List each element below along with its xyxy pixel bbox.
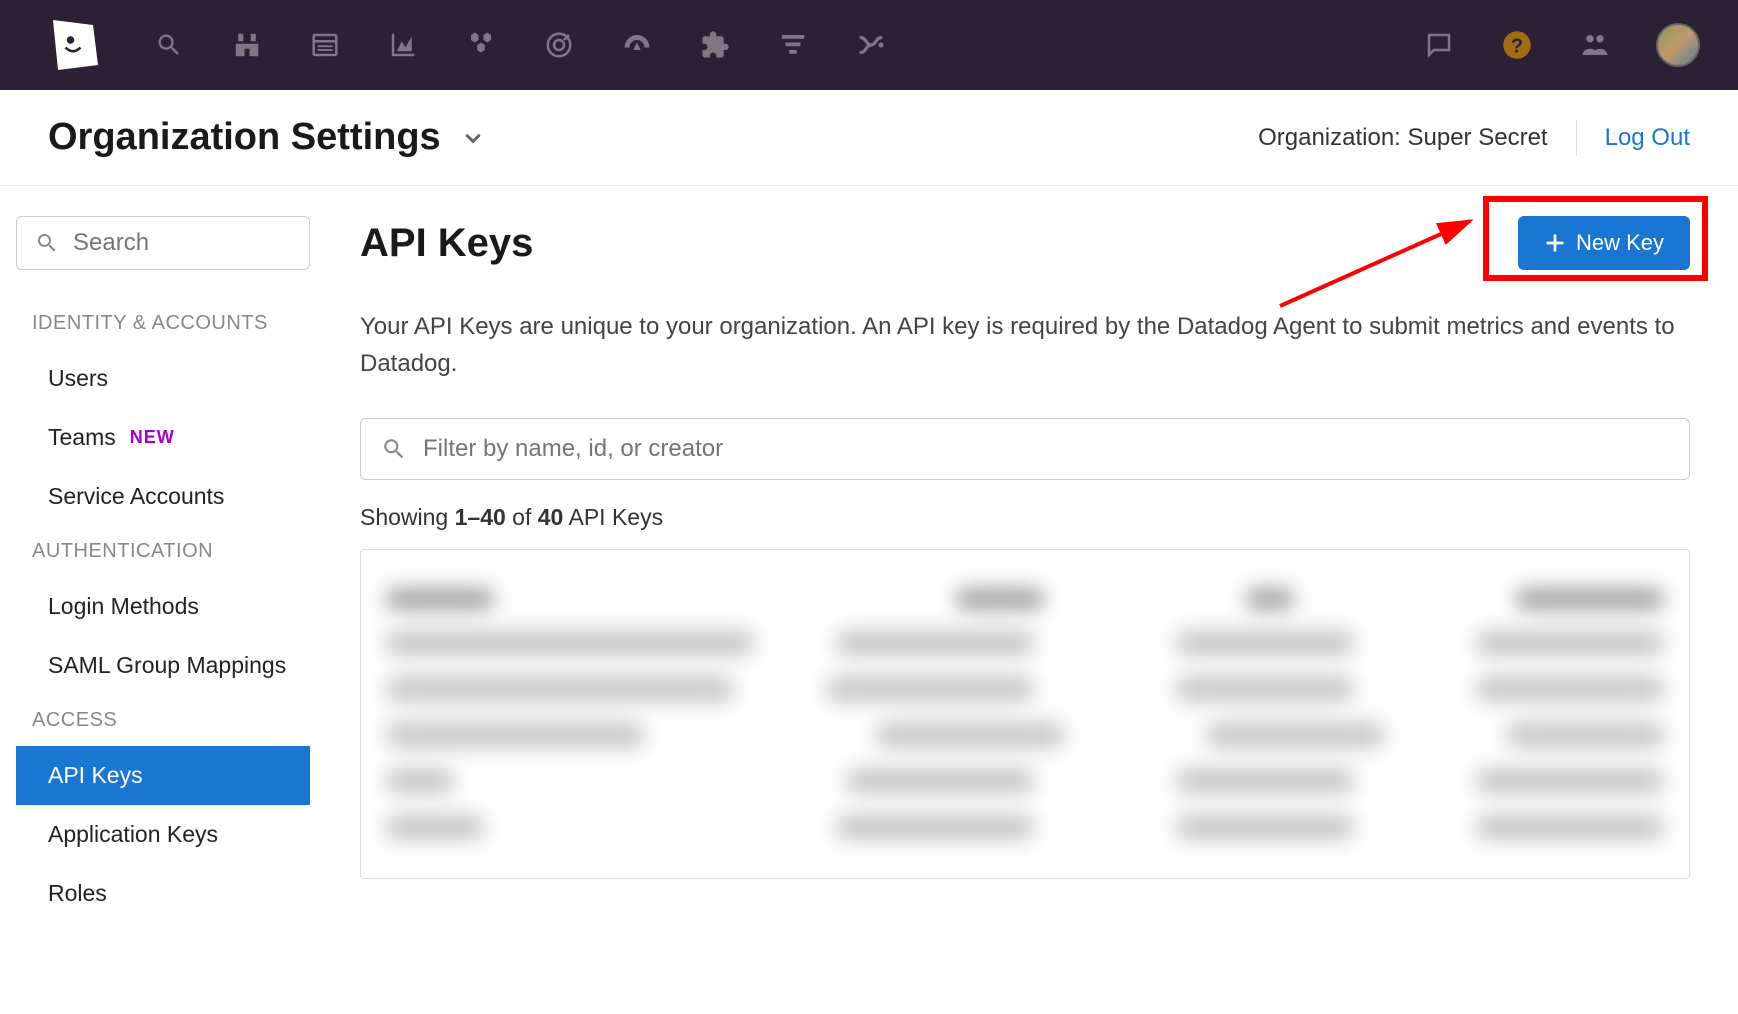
plus-icon (1544, 232, 1566, 254)
divider (1576, 120, 1577, 156)
binoculars-icon[interactable] (230, 28, 264, 62)
top-navbar: ? (0, 0, 1738, 90)
organization-label: Organization: Super Secret (1258, 124, 1548, 152)
new-key-label: New Key (1576, 230, 1664, 256)
sidebar-item-teams[interactable]: Teams NEW (16, 408, 310, 467)
table-row[interactable] (385, 768, 1665, 794)
nav-section-title: AUTHENTICATION (16, 526, 326, 577)
sidebar-item-label: Roles (48, 880, 107, 907)
sidebar-item-label: Teams (48, 424, 116, 451)
table-row[interactable] (385, 630, 1665, 656)
search-icon (381, 436, 407, 462)
search-icon[interactable] (152, 28, 186, 62)
new-key-button[interactable]: New Key (1518, 216, 1690, 270)
sidebar-item-application-keys[interactable]: Application Keys (16, 805, 310, 864)
sidebar-item-label: Login Methods (48, 593, 199, 620)
new-badge: NEW (130, 427, 175, 448)
result-count: Showing 1–40 of 40 API Keys (360, 504, 1690, 531)
help-icon[interactable]: ? (1500, 28, 1534, 62)
page-title-text: Organization Settings (48, 116, 441, 159)
sidebar-item-roles[interactable]: Roles (16, 864, 310, 923)
sidebar: IDENTITY & ACCOUNTS Users Teams NEW Service … (0, 186, 326, 923)
sidebar-item-label: Users (48, 365, 108, 392)
datadog-logo-icon[interactable] (38, 10, 108, 80)
logout-link[interactable]: Log Out (1605, 124, 1690, 152)
sidebar-item-label: Service Accounts (48, 483, 224, 510)
sidebar-item-service-accounts[interactable]: Service Accounts (16, 467, 310, 526)
section-title: API Keys (360, 221, 533, 266)
list-icon[interactable] (308, 28, 342, 62)
hexagons-icon[interactable] (464, 28, 498, 62)
user-avatar[interactable] (1656, 23, 1700, 67)
sidebar-item-login-methods[interactable]: Login Methods (16, 577, 310, 636)
main-content: API Keys New Key Your API Keys are uniqu… (326, 186, 1738, 923)
filter-input[interactable] (423, 435, 1669, 463)
annotation-arrow (1270, 186, 1490, 316)
nav-section-title: IDENTITY & ACCOUNTS (16, 298, 326, 349)
svg-text:?: ? (1511, 36, 1523, 58)
target-icon[interactable] (542, 28, 576, 62)
sidebar-item-api-keys[interactable]: API Keys (16, 746, 310, 805)
flow-icon[interactable] (854, 28, 888, 62)
search-icon (35, 231, 59, 255)
page-title[interactable]: Organization Settings (48, 116, 487, 159)
table-row[interactable] (385, 722, 1665, 748)
sidebar-item-label: Application Keys (48, 821, 218, 848)
sidebar-item-users[interactable]: Users (16, 349, 310, 408)
team-icon[interactable] (1578, 28, 1612, 62)
api-keys-table (360, 549, 1690, 879)
sidebar-item-label: SAML Group Mappings (48, 652, 286, 679)
gauge-icon[interactable] (620, 28, 654, 62)
section-description: Your API Keys are unique to your organiz… (360, 308, 1690, 382)
nav-section-title: ACCESS (16, 695, 326, 746)
sidebar-search[interactable] (16, 216, 310, 270)
table-row[interactable] (385, 676, 1665, 702)
chart-icon[interactable] (386, 28, 420, 62)
sidebar-item-label: API Keys (48, 762, 143, 789)
chat-icon[interactable] (1422, 28, 1456, 62)
filter-icon[interactable] (776, 28, 810, 62)
page-header: Organization Settings Organization: Supe… (0, 90, 1738, 186)
filter-box[interactable] (360, 418, 1690, 480)
table-header-row (385, 588, 1665, 610)
table-row[interactable] (385, 814, 1665, 840)
sidebar-search-input[interactable] (73, 229, 291, 257)
chevron-down-icon (459, 124, 487, 152)
puzzle-icon[interactable] (698, 28, 732, 62)
sidebar-item-saml-group-mappings[interactable]: SAML Group Mappings (16, 636, 310, 695)
